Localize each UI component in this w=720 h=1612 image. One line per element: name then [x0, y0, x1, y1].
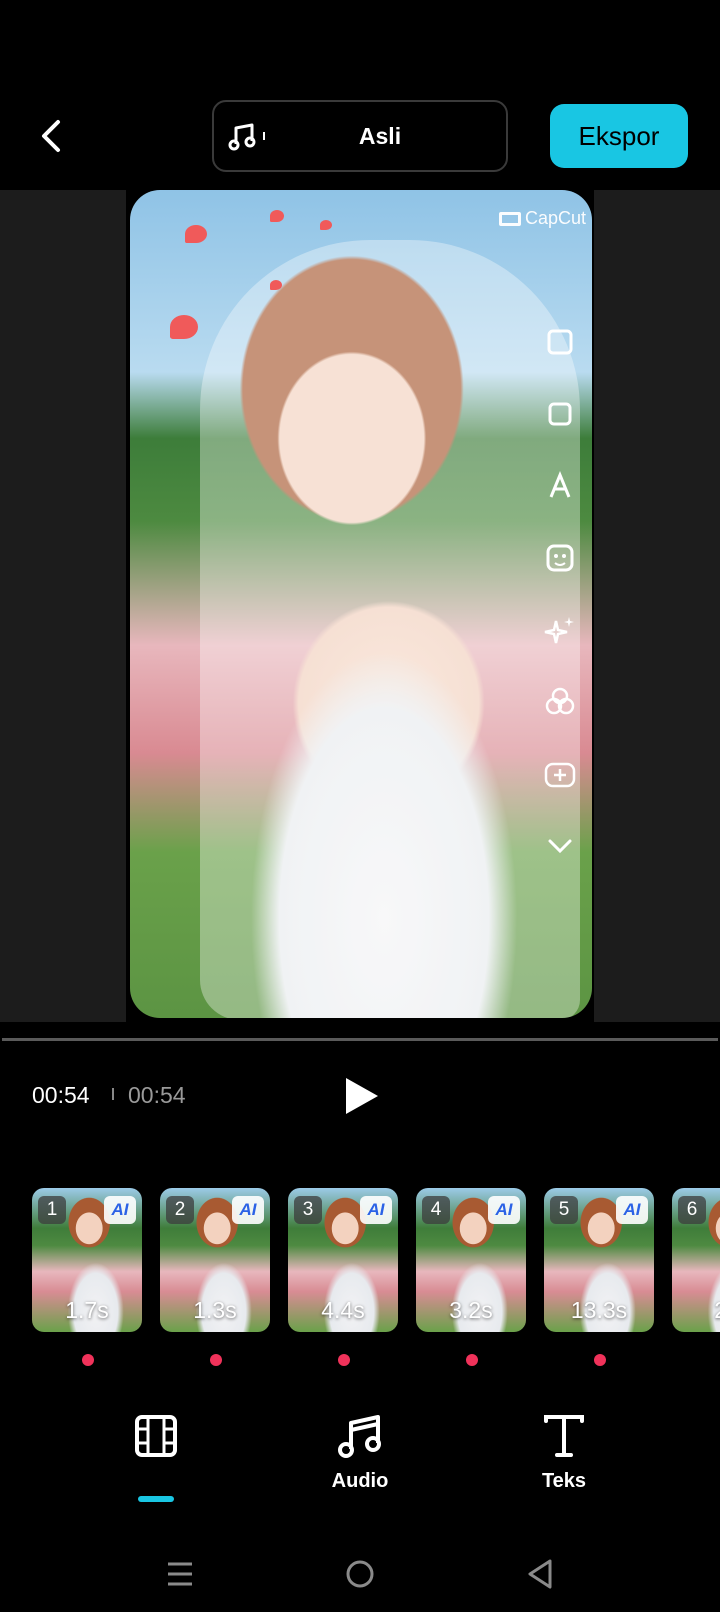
clip-4[interactable]: 4 AI 3.2s: [416, 1188, 526, 1332]
system-nav-bar: [0, 1540, 720, 1612]
play-icon: [346, 1078, 378, 1114]
watermark-text: CapCut: [524, 208, 586, 228]
playback-controls: 00:54 00:54: [0, 1070, 720, 1126]
text-icon: [538, 1410, 590, 1462]
clip-duration: 1.3s: [193, 1297, 237, 1323]
clip-2[interactable]: 2 AI 1.3s: [160, 1188, 270, 1332]
tab-text-label: Teks: [541, 1470, 587, 1492]
sparkle-icon[interactable]: [538, 608, 582, 652]
clip-1[interactable]: 1 AI 1.7s: [32, 1188, 142, 1332]
preview-area: CapCut: [0, 190, 720, 1022]
clip-number: 1: [38, 1196, 66, 1224]
music-note-icon: [228, 123, 265, 151]
clip-6[interactable]: 6 AI 23: [672, 1188, 720, 1332]
home-button[interactable]: [336, 1550, 384, 1598]
clip-marker: [82, 1354, 94, 1366]
clip-number: 3: [294, 1196, 322, 1224]
crop-icon[interactable]: [538, 392, 582, 436]
clip-marker: [338, 1354, 350, 1366]
music-icon: [334, 1410, 386, 1462]
system-back-button[interactable]: [516, 1550, 564, 1598]
bottom-tabs: Audio Teks: [0, 1410, 720, 1520]
home-circle-icon: [346, 1560, 374, 1588]
film-icon: [130, 1410, 182, 1462]
total-time: 00:54: [128, 1082, 186, 1108]
side-toolbar: [532, 320, 588, 868]
clip-3[interactable]: 3 AI 4.4s: [288, 1188, 398, 1332]
capcut-logo-icon: [498, 211, 521, 226]
ai-badge: AI: [104, 1196, 136, 1224]
ai-badge: AI: [616, 1196, 648, 1224]
text-icon[interactable]: [538, 464, 582, 508]
export-button[interactable]: Ekspor: [550, 104, 688, 168]
veil-overlay: [200, 240, 580, 1018]
recents-button[interactable]: [156, 1550, 204, 1598]
ai-badge: AI: [360, 1196, 392, 1224]
tab-edit[interactable]: [96, 1410, 216, 1510]
tab-text[interactable]: Teks: [504, 1410, 624, 1510]
petal: [185, 225, 207, 243]
clip-number: 4: [422, 1196, 450, 1224]
menu-icon: [168, 1562, 192, 1586]
clip-duration: 3.2s: [449, 1297, 493, 1323]
clip-number: 6: [678, 1196, 706, 1224]
time-separator: [112, 1088, 114, 1100]
petal: [270, 280, 282, 290]
progress-track[interactable]: [2, 1038, 718, 1041]
tab-audio-label: Audio: [331, 1470, 389, 1492]
resize-icon[interactable]: [538, 320, 582, 364]
capcut-watermark: CapCut: [498, 208, 586, 229]
add-overlay-icon[interactable]: [538, 752, 582, 796]
clip-5[interactable]: 5 AI 13.3s: [544, 1188, 654, 1332]
video-preview[interactable]: CapCut: [130, 190, 592, 1018]
clip-marker: [466, 1354, 478, 1366]
triangle-back-icon: [528, 1559, 552, 1589]
top-bar: Asli Ekspor: [0, 0, 720, 190]
filter-icon[interactable]: [538, 680, 582, 724]
clip-timeline: 1 AI 1.7s 2 AI 1.3s 3 AI 4.4s 4 AI 3.2s …: [0, 1188, 720, 1368]
play-button[interactable]: [340, 1074, 384, 1118]
tab-audio[interactable]: Audio: [300, 1410, 420, 1510]
back-button[interactable]: [30, 112, 70, 160]
petal: [270, 210, 284, 222]
clip-marker: [210, 1354, 222, 1366]
clip-duration: 23: [672, 1297, 720, 1324]
clip-number: 2: [166, 1196, 194, 1224]
clip-number: 5: [550, 1196, 578, 1224]
ai-badge: AI: [488, 1196, 520, 1224]
active-tab-indicator: [138, 1496, 174, 1502]
ai-badge: AI: [232, 1196, 264, 1224]
sticker-icon[interactable]: [538, 536, 582, 580]
chevron-down-icon[interactable]: [538, 824, 582, 868]
petal: [320, 220, 332, 230]
petal: [170, 315, 198, 339]
audio-selector[interactable]: Asli: [212, 100, 508, 172]
chevron-left-icon: [42, 120, 60, 152]
current-time: 00:54: [32, 1082, 90, 1108]
clip-duration: 4.4s: [321, 1297, 365, 1323]
clip-duration: 1.7s: [65, 1297, 109, 1323]
clip-marker: [594, 1354, 606, 1366]
clip-duration: 13.3s: [570, 1297, 628, 1323]
